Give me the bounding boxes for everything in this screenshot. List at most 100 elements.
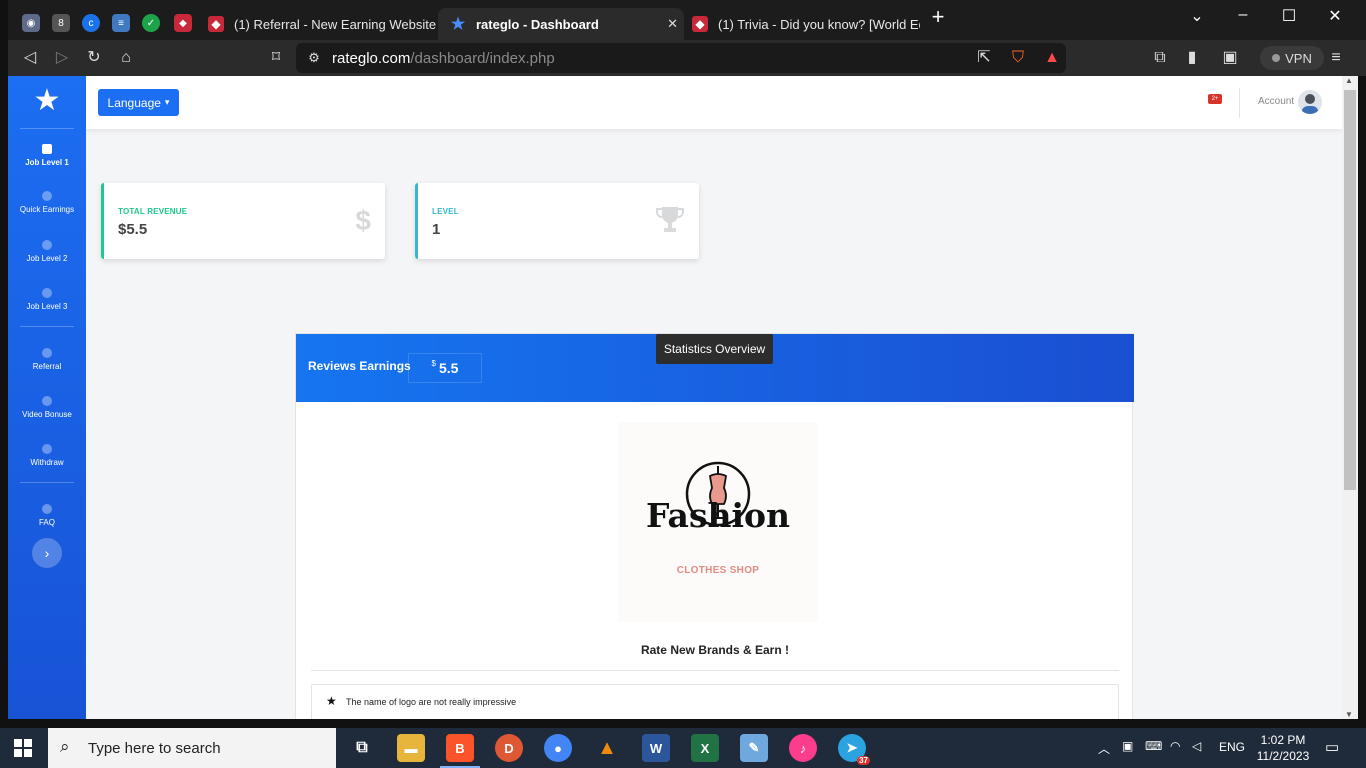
- brave-shield-icon[interactable]: ⛉: [1008, 48, 1028, 68]
- brave-rewards-icon[interactable]: ▲: [1042, 48, 1062, 68]
- vlc-icon[interactable]: ▲: [593, 734, 621, 762]
- brand-star-icon[interactable]: ★: [32, 86, 62, 116]
- chrome-icon[interactable]: ●: [544, 734, 572, 762]
- itunes-icon[interactable]: ♪: [789, 734, 817, 762]
- avatar[interactable]: [1298, 90, 1322, 114]
- search-placeholder: Type here to search: [88, 739, 221, 757]
- telegram-icon[interactable]: ➤ 37: [838, 734, 870, 765]
- language-label: Language: [107, 95, 161, 110]
- windows-taskbar: ⌕ Type here to search ⧉ ▬ B D ● ▲ W X ✎ …: [0, 728, 1366, 768]
- maximize-icon[interactable]: ☐: [1274, 6, 1304, 26]
- exchange-icon: [42, 444, 52, 454]
- currency-symbol: $: [431, 358, 436, 368]
- sidebar-item-job-level-1[interactable]: Job Level 1: [8, 144, 86, 167]
- camera-tray-icon[interactable]: ▣: [1122, 739, 1133, 753]
- chevron-right-icon: ›: [44, 545, 50, 561]
- close-tab-icon[interactable]: ✕: [667, 16, 678, 32]
- url-text: rateglo.com/dashboard/index.php: [332, 50, 555, 67]
- sidebar-item-quick-earnings[interactable]: Quick Earnings: [8, 191, 86, 214]
- card-accent-bar: [415, 183, 418, 259]
- volume-icon[interactable]: ◁: [1192, 739, 1201, 753]
- sidebar-item-withdraw[interactable]: Withdraw: [8, 444, 86, 467]
- pinned-tab-books-icon[interactable]: ≡: [112, 14, 130, 32]
- sidebar-item-job-level-2[interactable]: Job Level 2: [8, 240, 86, 263]
- pinned-tab-badge[interactable]: 8: [52, 14, 70, 32]
- sidebar-item-label: Quick Earnings: [19, 205, 75, 214]
- review-option[interactable]: ★ The name of logo are not really impres…: [311, 684, 1119, 719]
- pinned-tab-c-icon[interactable]: c: [82, 14, 100, 32]
- pinned-tab-icon[interactable]: ◉: [22, 14, 40, 32]
- task-view-icon[interactable]: ⧉: [348, 734, 376, 762]
- tab-trivia[interactable]: ◆ (1) Trivia - Did you know? [World Edit…: [684, 8, 920, 40]
- file-explorer-icon[interactable]: ▬: [397, 734, 425, 762]
- scroll-up-icon[interactable]: ▲: [1345, 76, 1353, 85]
- wifi-icon[interactable]: ◠: [1170, 739, 1180, 753]
- input-language[interactable]: ENG: [1219, 740, 1245, 754]
- earnings-amount: 5.5: [438, 360, 459, 376]
- star-icon: ★: [326, 694, 337, 708]
- tray-chevron-icon[interactable]: ︿: [1098, 740, 1110, 757]
- scroll-down-icon[interactable]: ▼: [1345, 710, 1353, 719]
- sidebar-item-job-level-3[interactable]: Job Level 3: [8, 288, 86, 311]
- back-icon[interactable]: ◁: [20, 48, 40, 68]
- sidebar-divider: [20, 128, 74, 129]
- star-favicon-icon: ★: [450, 16, 466, 33]
- sidebar-collapse-button[interactable]: ›: [32, 538, 62, 568]
- pinned-tab-shield-icon[interactable]: ◆: [174, 14, 192, 32]
- pinned-tab-count: 8: [58, 17, 64, 29]
- page-scrollbar[interactable]: ▲ ▼: [1342, 76, 1358, 719]
- sidebar-item-referral[interactable]: Referral: [8, 348, 86, 371]
- reload-icon[interactable]: ↻: [84, 48, 104, 68]
- new-tab-icon[interactable]: +: [923, 4, 953, 30]
- language-dropdown[interactable]: Language ▾: [98, 89, 179, 116]
- wallet-icon[interactable]: ▣: [1220, 48, 1240, 68]
- total-revenue-card: TOTAL REVENUE $5.5 $: [101, 183, 385, 259]
- notification-badge[interactable]: 2+: [1208, 94, 1222, 104]
- forward-icon[interactable]: ▷: [52, 48, 72, 68]
- extensions-icon[interactable]: ⧉: [1150, 48, 1170, 68]
- clipboard-icon: [42, 240, 52, 250]
- statistics-panel: Reviews Earnings $ 5.5 Statistics Overvi…: [295, 333, 1134, 719]
- bookmark-icon[interactable]: ⌑: [266, 48, 286, 68]
- tab-rateglo-dashboard[interactable]: ★ rateglo - Dashboard ✕: [438, 8, 684, 40]
- sidebar-item-video-bonuse[interactable]: Video Bonuse: [8, 396, 86, 419]
- card-label: LEVEL: [432, 207, 459, 216]
- minimize-icon[interactable]: –: [1228, 6, 1258, 24]
- coin-icon: [42, 191, 52, 201]
- notification-center-icon[interactable]: ▭: [1325, 738, 1339, 756]
- pinned-tab-check-icon[interactable]: ✓: [142, 14, 160, 32]
- taskbar-search[interactable]: ⌕ Type here to search: [48, 728, 336, 768]
- telegram-badge: 37: [857, 756, 870, 765]
- windows-start-icon[interactable]: [14, 739, 32, 757]
- address-bar[interactable]: ⚙ rateglo.com/dashboard/index.php ⇱ ⛉ ▲: [296, 43, 1066, 73]
- excel-icon[interactable]: X: [691, 734, 719, 762]
- sidebar-item-faq[interactable]: FAQ: [8, 504, 86, 527]
- tab-referral[interactable]: ◆ (1) Referral - New Earning Website ! |…: [200, 8, 436, 40]
- sidebar: ★ Job Level 1 Quick Earnings Job Level 2…: [8, 76, 86, 719]
- share-icon[interactable]: ⇱: [974, 48, 994, 68]
- video-icon: [42, 396, 52, 406]
- chevron-down-icon: ▾: [164, 97, 170, 107]
- notepad-icon[interactable]: ✎: [740, 734, 768, 762]
- close-window-icon[interactable]: ✕: [1320, 6, 1350, 26]
- duckduckgo-icon[interactable]: D: [495, 734, 523, 762]
- site-info-icon[interactable]: ⚙: [304, 48, 324, 68]
- brave-browser-icon[interactable]: B: [446, 734, 474, 762]
- users-icon: [42, 348, 52, 358]
- menu-icon[interactable]: ≡: [1326, 48, 1346, 68]
- clipboard-icon: [42, 288, 52, 298]
- vpn-button[interactable]: VPN: [1260, 46, 1324, 70]
- card-accent-bar: [101, 183, 104, 259]
- scrollbar-thumb[interactable]: [1344, 90, 1356, 490]
- tab-list-chevron-icon[interactable]: ⌄: [1182, 6, 1212, 26]
- tab-title: (1) Trivia - Did you know? [World Editio: [718, 16, 920, 32]
- sidebar-item-label: Job Level 1: [25, 158, 69, 167]
- home-icon[interactable]: ⌂: [116, 48, 136, 68]
- account-label[interactable]: Account: [1258, 96, 1294, 107]
- sidebar-toggle-icon[interactable]: ▮: [1182, 48, 1202, 68]
- system-clock[interactable]: 1:02 PM 11/2/2023: [1256, 732, 1310, 764]
- word-icon[interactable]: W: [642, 734, 670, 762]
- input-tray-icon[interactable]: ⌨: [1145, 739, 1162, 753]
- review-option-text: The name of logo are not really impressi…: [346, 697, 517, 707]
- clock-date: 11/2/2023: [1256, 749, 1310, 763]
